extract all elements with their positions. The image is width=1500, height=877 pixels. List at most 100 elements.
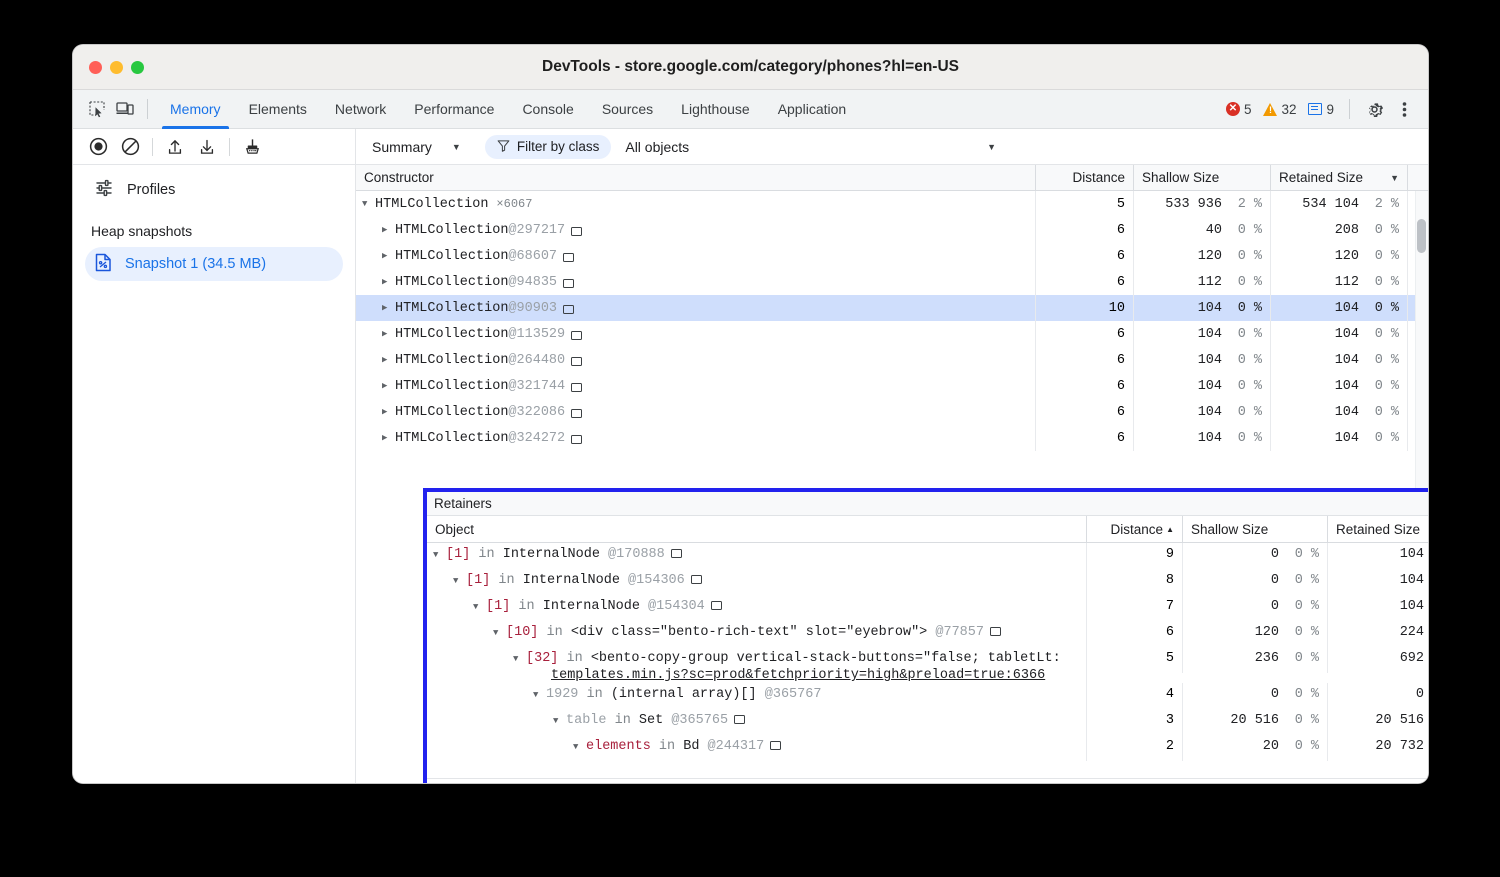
column-header-distance[interactable]: Distance <box>1036 165 1134 190</box>
sidebar-item-snapshot-1[interactable]: Snapshot 1 (34.5 MB) <box>85 247 343 281</box>
maximize-window-button[interactable] <box>131 61 144 74</box>
shallow-size-cell: 1200 % <box>1183 621 1328 647</box>
reveal-object-icon[interactable] <box>563 305 574 314</box>
expanded-triangle-icon[interactable]: ▼ <box>473 602 483 612</box>
retainer-row[interactable]: ▼table in Set @365765320 5160 %20 5160 % <box>427 709 1428 735</box>
broom-icon[interactable] <box>237 133 267 161</box>
minimize-window-button[interactable] <box>110 61 123 74</box>
column-header-shallow-size[interactable]: Shallow Size <box>1183 516 1328 542</box>
retainer-row[interactable]: ▼[1] in InternalNode @154304700 %1040 % <box>427 595 1428 621</box>
retainer-row[interactable]: ▼[1] in InternalNode @154306800 %1040 % <box>427 569 1428 595</box>
table-row[interactable]: ▶HTMLCollection @26448061040 %1040 % <box>356 347 1428 373</box>
reveal-object-icon[interactable] <box>711 601 722 610</box>
retainer-row[interactable]: ▼[32] in <bento-copy-group vertical-stac… <box>427 647 1428 683</box>
reveal-object-icon[interactable] <box>563 253 574 262</box>
collapsed-triangle-icon[interactable]: ▶ <box>382 277 392 287</box>
tab-sources[interactable]: Sources <box>588 90 667 129</box>
table-row[interactable]: ▶HTMLCollection @32427261040 %1040 % <box>356 425 1428 451</box>
collapsed-triangle-icon[interactable]: ▶ <box>382 407 392 417</box>
retainer-row[interactable]: ▼[1] in InternalNode @170888900 %1040 % <box>427 543 1428 569</box>
retainer-row[interactable]: ▼elements in Bd @2443172200 %20 7320 % <box>427 735 1428 761</box>
device-toolbar-icon[interactable] <box>111 95 139 123</box>
column-header-shallow-size[interactable]: Shallow Size <box>1134 165 1271 190</box>
tab-memory[interactable]: Memory <box>156 90 235 129</box>
tab-label: Console <box>522 101 573 117</box>
window-title: DevTools - store.google.com/category/pho… <box>73 58 1428 76</box>
info-counter[interactable]: 9 <box>1303 102 1339 117</box>
table-row[interactable]: ▶HTMLCollection @32174461040 %1040 % <box>356 373 1428 399</box>
more-vertical-icon[interactable] <box>1390 95 1418 123</box>
column-header-retained-size[interactable]: Retained Size ▼ <box>1271 165 1408 190</box>
expanded-triangle-icon[interactable]: ▼ <box>553 716 563 726</box>
table-row[interactable]: ▶HTMLCollection @32208661040 %1040 % <box>356 399 1428 425</box>
view-mode-select[interactable]: Summary ▼ <box>368 139 465 155</box>
reveal-object-icon[interactable] <box>671 549 682 558</box>
gear-icon[interactable] <box>1360 95 1388 123</box>
expanded-triangle-icon[interactable]: ▼ <box>493 628 503 638</box>
expanded-triangle-icon[interactable]: ▼ <box>533 690 543 700</box>
table-row[interactable]: ▶HTMLCollection @9483561120 %1120 % <box>356 269 1428 295</box>
reveal-object-icon[interactable] <box>571 435 582 444</box>
size-percent: 0 % <box>1289 739 1319 761</box>
collapsed-triangle-icon[interactable]: ▶ <box>382 381 392 391</box>
table-row[interactable]: ▶HTMLCollection @11352961040 %1040 % <box>356 321 1428 347</box>
column-header-constructor[interactable]: Constructor <box>356 165 1036 190</box>
retainer-row[interactable]: ▼[10] in <div class="bento-rich-text" sl… <box>427 621 1428 647</box>
reveal-object-icon[interactable] <box>571 357 582 366</box>
collapsed-triangle-icon[interactable]: ▶ <box>382 225 392 235</box>
tab-performance[interactable]: Performance <box>400 90 508 129</box>
reveal-object-icon[interactable] <box>563 279 574 288</box>
retainer-row[interactable]: ▼1929 in (internal array)[] @365767400 %… <box>427 683 1428 709</box>
expanded-triangle-icon[interactable]: ▼ <box>513 654 523 664</box>
table-row[interactable]: ▼HTMLCollection×60675533 9362 %534 1042 … <box>356 191 1428 217</box>
filter-by-class-button[interactable]: Filter by class <box>485 135 612 159</box>
expanded-triangle-icon[interactable]: ▼ <box>433 550 443 560</box>
collapsed-triangle-icon[interactable]: ▶ <box>382 303 392 313</box>
reveal-object-icon[interactable] <box>990 627 1001 636</box>
upload-arrow-icon[interactable] <box>160 133 190 161</box>
expanded-triangle-icon[interactable]: ▼ <box>453 576 463 586</box>
tab-lighthouse[interactable]: Lighthouse <box>667 90 764 129</box>
column-header-retained-size[interactable]: Retained Size <box>1328 516 1428 542</box>
retainer-object-name: InternalNode <box>523 573 620 588</box>
download-arrow-icon[interactable] <box>192 133 222 161</box>
size-percent: 0 % <box>1232 431 1262 446</box>
reveal-object-icon[interactable] <box>571 331 582 340</box>
tab-console[interactable]: Console <box>508 90 587 129</box>
tab-network[interactable]: Network <box>321 90 400 129</box>
size-percent: 0 % <box>1369 379 1399 394</box>
table-row[interactable]: ▶HTMLCollection @6860761200 %1200 % <box>356 243 1428 269</box>
reveal-object-icon[interactable] <box>571 227 582 236</box>
collapsed-triangle-icon[interactable]: ▶ <box>382 329 392 339</box>
expanded-triangle-icon[interactable]: ▼ <box>573 742 583 752</box>
constructor-scrollbar-thumb[interactable] <box>1417 219 1426 253</box>
error-counter[interactable]: ✕ 5 <box>1221 102 1257 117</box>
reveal-object-icon[interactable] <box>571 409 582 418</box>
tab-elements[interactable]: Elements <box>235 90 321 129</box>
tab-application[interactable]: Application <box>764 90 861 129</box>
reveal-object-icon[interactable] <box>571 383 582 392</box>
collapsed-triangle-icon[interactable]: ▶ <box>382 433 392 443</box>
sidebar-item-profiles[interactable]: Profiles <box>73 173 355 207</box>
record-circle-icon[interactable] <box>83 133 113 161</box>
inspect-element-icon[interactable] <box>83 95 111 123</box>
source-location-link[interactable]: templates.min.js?sc=prod&fetchpriority=h… <box>551 668 1078 683</box>
objects-filter-select[interactable]: All objects ▼ <box>625 139 1428 155</box>
close-window-button[interactable] <box>89 61 102 74</box>
retainer-edge-name: 1929 <box>546 687 578 702</box>
size-value: 112 <box>1198 275 1222 290</box>
expanded-triangle-icon[interactable]: ▼ <box>362 199 372 209</box>
column-header-object[interactable]: Object <box>427 516 1087 542</box>
warning-counter[interactable]: 32 <box>1258 102 1301 117</box>
reveal-object-icon[interactable] <box>734 715 745 724</box>
shallow-size-cell: 533 9362 % <box>1134 191 1271 217</box>
no-entry-clear-icon[interactable] <box>115 133 145 161</box>
column-header-distance[interactable]: Distance ▲ <box>1087 516 1183 542</box>
collapsed-triangle-icon[interactable]: ▶ <box>382 355 392 365</box>
reveal-object-icon[interactable] <box>770 741 781 750</box>
table-row[interactable]: ▶HTMLCollection @90903101040 %1040 % <box>356 295 1428 321</box>
collapsed-triangle-icon[interactable]: ▶ <box>382 251 392 261</box>
size-value: 120 <box>1335 249 1359 264</box>
reveal-object-icon[interactable] <box>691 575 702 584</box>
table-row[interactable]: ▶HTMLCollection @2972176400 %2080 % <box>356 217 1428 243</box>
